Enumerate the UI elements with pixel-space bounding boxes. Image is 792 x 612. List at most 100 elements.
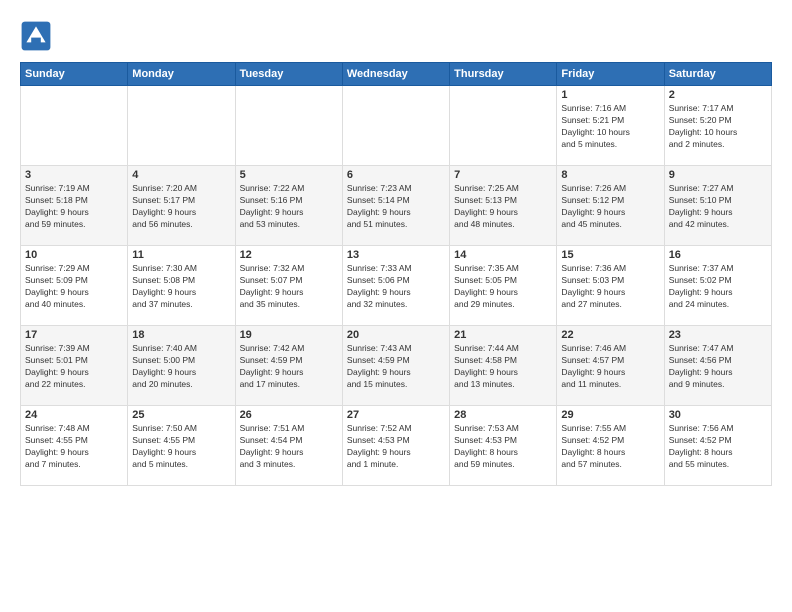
col-tuesday: Tuesday (235, 63, 342, 86)
day-number: 17 (25, 329, 123, 341)
day-info: Sunrise: 7:30 AM Sunset: 5:08 PM Dayligh… (132, 263, 230, 311)
table-row: 8 Sunrise: 7:26 AM Sunset: 5:12 PM Daylig… (557, 166, 664, 246)
day-number: 19 (240, 329, 338, 341)
table-row: 13 Sunrise: 7:33 AM Sunset: 5:06 PM Dayli… (342, 246, 449, 326)
table-row: 20 Sunrise: 7:43 AM Sunset: 4:59 PM Dayli… (342, 326, 449, 406)
table-row: 6 Sunrise: 7:23 AM Sunset: 5:14 PM Daylig… (342, 166, 449, 246)
logo-icon (20, 20, 52, 52)
day-number: 29 (561, 409, 659, 421)
calendar-week-row: 1 Sunrise: 7:16 AM Sunset: 5:21 PM Daylig… (21, 86, 772, 166)
day-number: 14 (454, 249, 552, 261)
table-row (235, 86, 342, 166)
col-thursday: Thursday (450, 63, 557, 86)
col-monday: Monday (128, 63, 235, 86)
day-number: 13 (347, 249, 445, 261)
table-row: 10 Sunrise: 7:29 AM Sunset: 5:09 PM Dayli… (21, 246, 128, 326)
table-row: 7 Sunrise: 7:25 AM Sunset: 5:13 PM Daylig… (450, 166, 557, 246)
day-number: 8 (561, 169, 659, 181)
day-number: 12 (240, 249, 338, 261)
day-number: 20 (347, 329, 445, 341)
day-number: 2 (669, 89, 767, 101)
day-info: Sunrise: 7:33 AM Sunset: 5:06 PM Dayligh… (347, 263, 445, 311)
table-row: 3Sunrise: 7:19 AM Sunset: 5:18 PM Daylig… (21, 166, 128, 246)
table-row: 23 Sunrise: 7:47 AM Sunset: 4:56 PM Dayli… (664, 326, 771, 406)
day-number: 18 (132, 329, 230, 341)
table-row: 19 Sunrise: 7:42 AM Sunset: 4:59 PM Dayli… (235, 326, 342, 406)
day-number: 24 (25, 409, 123, 421)
day-info: Sunrise: 7:23 AM Sunset: 5:14 PM Dayligh… (347, 183, 445, 231)
day-info: Sunrise: 7:55 AM Sunset: 4:52 PM Dayligh… (561, 423, 659, 471)
day-info: Sunrise: 7:29 AM Sunset: 5:09 PM Dayligh… (25, 263, 123, 311)
calendar-week-row: 24 Sunrise: 7:48 AM Sunset: 4:55 PM Dayli… (21, 406, 772, 486)
day-number: 9 (669, 169, 767, 181)
day-info: Sunrise: 7:27 AM Sunset: 5:10 PM Dayligh… (669, 183, 767, 231)
col-sunday: Sunday (21, 63, 128, 86)
day-info: Sunrise: 7:53 AM Sunset: 4:53 PM Dayligh… (454, 423, 552, 471)
day-number: 30 (669, 409, 767, 421)
table-row (128, 86, 235, 166)
table-row: 22Sunrise: 7:46 AM Sunset: 4:57 PM Dayli… (557, 326, 664, 406)
table-row: 5 Sunrise: 7:22 AM Sunset: 5:16 PM Daylig… (235, 166, 342, 246)
day-info: Sunrise: 7:43 AM Sunset: 4:59 PM Dayligh… (347, 343, 445, 391)
day-info: Sunrise: 7:44 AM Sunset: 4:58 PM Dayligh… (454, 343, 552, 391)
logo (20, 20, 56, 52)
calendar-week-row: 3Sunrise: 7:19 AM Sunset: 5:18 PM Daylig… (21, 166, 772, 246)
day-info: Sunrise: 7:46 AM Sunset: 4:57 PM Dayligh… (561, 343, 659, 391)
day-number: 28 (454, 409, 552, 421)
day-number: 21 (454, 329, 552, 341)
day-number: 16 (669, 249, 767, 261)
table-row: 17 Sunrise: 7:39 AM Sunset: 5:01 PM Dayli… (21, 326, 128, 406)
day-number: 27 (347, 409, 445, 421)
day-number: 7 (454, 169, 552, 181)
day-info: Sunrise: 7:22 AM Sunset: 5:16 PM Dayligh… (240, 183, 338, 231)
table-row: 2 Sunrise: 7:17 AM Sunset: 5:20 PM Daylig… (664, 86, 771, 166)
table-row: 30 Sunrise: 7:56 AM Sunset: 4:52 PM Dayli… (664, 406, 771, 486)
calendar-week-row: 10 Sunrise: 7:29 AM Sunset: 5:09 PM Dayli… (21, 246, 772, 326)
day-info: Sunrise: 7:36 AM Sunset: 5:03 PM Dayligh… (561, 263, 659, 311)
calendar: Sunday Monday Tuesday Wednesday Thursday… (20, 62, 772, 486)
day-info: Sunrise: 7:37 AM Sunset: 5:02 PM Dayligh… (669, 263, 767, 311)
day-number: 10 (25, 249, 123, 261)
day-info: Sunrise: 7:42 AM Sunset: 4:59 PM Dayligh… (240, 343, 338, 391)
day-info: Sunrise: 7:35 AM Sunset: 5:05 PM Dayligh… (454, 263, 552, 311)
table-row: 28 Sunrise: 7:53 AM Sunset: 4:53 PM Dayli… (450, 406, 557, 486)
day-info: Sunrise: 7:20 AM Sunset: 5:17 PM Dayligh… (132, 183, 230, 231)
table-row: 4 Sunrise: 7:20 AM Sunset: 5:17 PM Daylig… (128, 166, 235, 246)
day-info: Sunrise: 7:25 AM Sunset: 5:13 PM Dayligh… (454, 183, 552, 231)
day-number: 11 (132, 249, 230, 261)
day-number: 1 (561, 89, 659, 101)
col-saturday: Saturday (664, 63, 771, 86)
table-row (342, 86, 449, 166)
day-number: 15 (561, 249, 659, 261)
calendar-week-row: 17 Sunrise: 7:39 AM Sunset: 5:01 PM Dayli… (21, 326, 772, 406)
day-number: 3 (25, 169, 123, 181)
table-row: 16 Sunrise: 7:37 AM Sunset: 5:02 PM Dayli… (664, 246, 771, 326)
table-row: 14 Sunrise: 7:35 AM Sunset: 5:05 PM Dayli… (450, 246, 557, 326)
day-info: Sunrise: 7:16 AM Sunset: 5:21 PM Dayligh… (561, 103, 659, 151)
table-row: 15 Sunrise: 7:36 AM Sunset: 5:03 PM Dayli… (557, 246, 664, 326)
table-row: 9 Sunrise: 7:27 AM Sunset: 5:10 PM Daylig… (664, 166, 771, 246)
day-number: 5 (240, 169, 338, 181)
day-number: 23 (669, 329, 767, 341)
day-info: Sunrise: 7:39 AM Sunset: 5:01 PM Dayligh… (25, 343, 123, 391)
day-info: Sunrise: 7:17 AM Sunset: 5:20 PM Dayligh… (669, 103, 767, 151)
table-row: 18Sunrise: 7:40 AM Sunset: 5:00 PM Dayli… (128, 326, 235, 406)
day-number: 6 (347, 169, 445, 181)
day-info: Sunrise: 7:32 AM Sunset: 5:07 PM Dayligh… (240, 263, 338, 311)
table-row (450, 86, 557, 166)
table-row: 25 Sunrise: 7:50 AM Sunset: 4:55 PM Dayli… (128, 406, 235, 486)
col-friday: Friday (557, 63, 664, 86)
day-number: 4 (132, 169, 230, 181)
day-info: Sunrise: 7:50 AM Sunset: 4:55 PM Dayligh… (132, 423, 230, 471)
table-row: 24 Sunrise: 7:48 AM Sunset: 4:55 PM Dayli… (21, 406, 128, 486)
table-row: 1 Sunrise: 7:16 AM Sunset: 5:21 PM Daylig… (557, 86, 664, 166)
col-wednesday: Wednesday (342, 63, 449, 86)
table-row: 11 Sunrise: 7:30 AM Sunset: 5:08 PM Dayli… (128, 246, 235, 326)
day-number: 25 (132, 409, 230, 421)
table-row: 26Sunrise: 7:51 AM Sunset: 4:54 PM Dayli… (235, 406, 342, 486)
day-info: Sunrise: 7:47 AM Sunset: 4:56 PM Dayligh… (669, 343, 767, 391)
day-info: Sunrise: 7:26 AM Sunset: 5:12 PM Dayligh… (561, 183, 659, 231)
day-info: Sunrise: 7:48 AM Sunset: 4:55 PM Dayligh… (25, 423, 123, 471)
day-info: Sunrise: 7:56 AM Sunset: 4:52 PM Dayligh… (669, 423, 767, 471)
day-number: 26 (240, 409, 338, 421)
